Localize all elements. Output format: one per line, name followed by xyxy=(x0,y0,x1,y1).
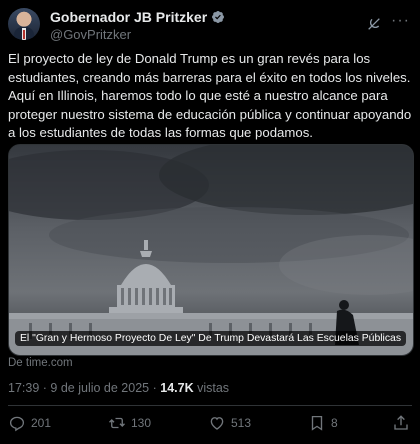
repost-count: 130 xyxy=(131,416,152,430)
tweet-meta: 17:39 · 9 de julio de 2025 · 14.7K vista… xyxy=(8,381,229,395)
verified-badge-icon xyxy=(212,11,225,23)
bookmark-icon xyxy=(311,415,323,431)
avatar[interactable] xyxy=(8,8,40,40)
handle[interactable]: @GovPritzker xyxy=(50,27,131,42)
bookmark-count: 8 xyxy=(331,416,338,430)
like-count: 513 xyxy=(231,416,252,430)
reply-icon xyxy=(9,416,25,432)
views-count: 14.7K xyxy=(160,381,194,395)
more-icon[interactable]: ··· xyxy=(391,12,410,30)
grok-icon[interactable] xyxy=(366,16,382,32)
views-label: vistas xyxy=(197,381,230,395)
meta-separator: · xyxy=(152,381,157,395)
tweet-text: El proyecto de ley de Donald Trump es un… xyxy=(8,51,412,141)
repost-icon xyxy=(109,417,125,429)
share-button[interactable] xyxy=(392,414,410,432)
name-row: Gobernador JB Pritzker xyxy=(50,9,225,25)
reply-count: 201 xyxy=(31,416,52,430)
like-button[interactable]: 513 xyxy=(208,414,251,432)
media-card[interactable]: El "Gran y Hermoso Proyecto De Ley" De T… xyxy=(8,144,414,356)
repost-button[interactable]: 130 xyxy=(108,414,151,432)
display-name[interactable]: Gobernador JB Pritzker xyxy=(50,9,207,25)
reply-button[interactable]: 201 xyxy=(8,414,51,432)
media-caption[interactable]: El "Gran y Hermoso Proyecto De Ley" De T… xyxy=(15,331,407,346)
action-bar: 201 130 513 8 xyxy=(8,414,412,436)
post-date[interactable]: 9 de julio de 2025 xyxy=(50,381,149,395)
post-time[interactable]: 17:39 xyxy=(8,381,39,395)
tweet-header: Gobernador JB Pritzker @GovPritzker ··· xyxy=(8,6,412,42)
link-source[interactable]: De time.com xyxy=(8,357,73,369)
share-icon xyxy=(394,415,408,430)
meta-separator: · xyxy=(42,381,47,395)
divider xyxy=(8,405,412,406)
bookmark-button[interactable]: 8 xyxy=(308,414,338,432)
capitol-photo xyxy=(9,145,413,355)
like-icon xyxy=(210,417,224,430)
